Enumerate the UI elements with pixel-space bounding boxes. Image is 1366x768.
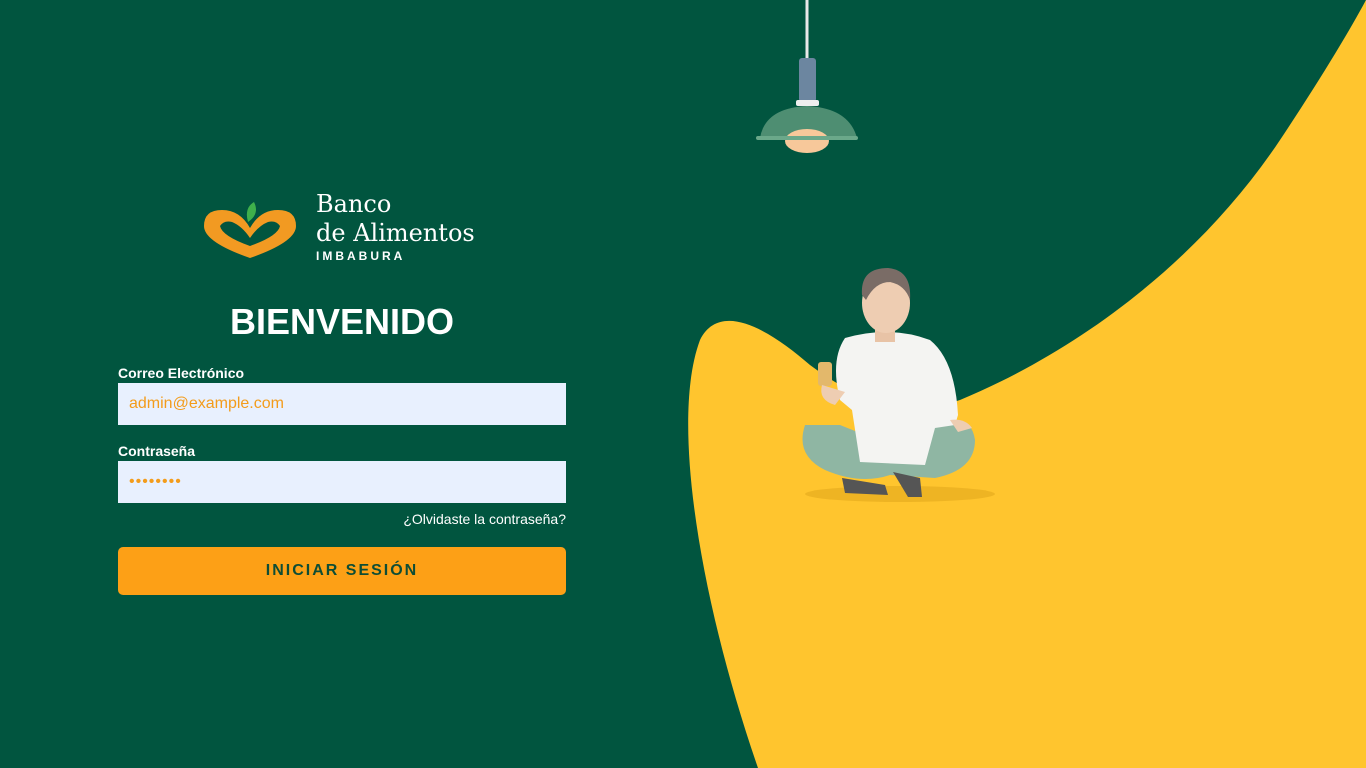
forgot-password-link[interactable]: ¿Olvidaste la contraseña?	[403, 511, 566, 527]
email-label: Correo Electrónico	[118, 365, 245, 381]
login-button[interactable]: INICIAR SESIÓN	[118, 547, 566, 595]
pendant-lamp-icon	[756, 0, 858, 153]
password-label: Contraseña	[118, 443, 196, 459]
brand-name-line3: IMBABURA	[316, 249, 406, 263]
heart-leaf-icon	[204, 202, 296, 258]
brand-logo: Banco de Alimentos IMBABURA	[200, 190, 490, 270]
email-field[interactable]	[118, 383, 566, 425]
password-field[interactable]	[118, 461, 566, 503]
welcome-title: BIENVENIDO	[229, 301, 455, 342]
brand-name-line2: de Alimentos	[316, 219, 475, 247]
brand-name-line1: Banco	[316, 190, 392, 218]
